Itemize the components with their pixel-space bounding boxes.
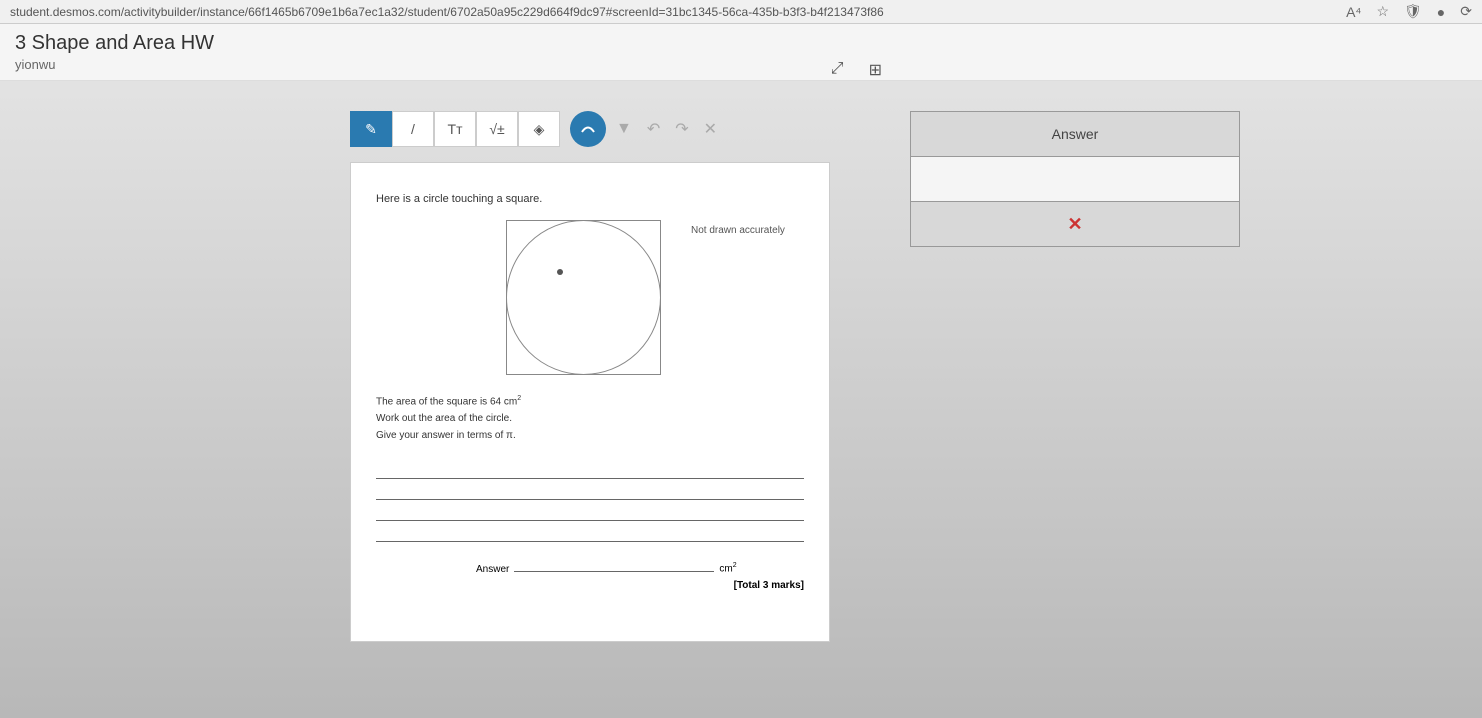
clear-button[interactable]: ✕ bbox=[704, 119, 717, 139]
circle-diagram bbox=[506, 220, 661, 375]
total-marks: [Total 3 marks] bbox=[376, 580, 804, 591]
work-area[interactable] bbox=[376, 461, 804, 542]
refresh-icon[interactable]: ⟳ bbox=[1460, 3, 1472, 20]
page-title: 3 Shape and Area HW bbox=[15, 32, 1467, 55]
answer-status: ✕ bbox=[911, 202, 1240, 247]
dropdown-icon[interactable]: ▼ bbox=[616, 120, 632, 138]
question-line-2: Work out the area of the circle. bbox=[376, 413, 804, 424]
drawing-toolbar: ✎ / Tт √± ◈ ▼ ↶ ↷ ✕ bbox=[350, 111, 830, 147]
question-intro: Here is a circle touching a square. bbox=[376, 193, 804, 205]
text-tool[interactable]: Tт bbox=[434, 111, 476, 147]
redo-button[interactable]: ↷ bbox=[675, 119, 688, 139]
shield-icon[interactable]: 🛡 bbox=[1404, 3, 1422, 20]
answer-unit: cm2 bbox=[719, 562, 736, 574]
answer-blank[interactable] bbox=[514, 571, 714, 572]
answer-row: Answer cm2 bbox=[376, 562, 804, 574]
undo-button[interactable]: ↶ bbox=[647, 119, 660, 139]
question-panel[interactable]: Here is a circle touching a square. Not … bbox=[350, 162, 830, 642]
question-line-1: The area of the square is 64 cm2 bbox=[376, 395, 804, 407]
answer-panel: Answer ✕ bbox=[910, 111, 1240, 642]
username: yionwu bbox=[15, 57, 1467, 72]
expand-icon[interactable]: ⤢ bbox=[831, 60, 844, 80]
math-tool[interactable]: √± bbox=[476, 111, 518, 147]
favorite-star-icon[interactable]: ☆ bbox=[1376, 3, 1389, 20]
answer-header: Answer bbox=[911, 112, 1240, 157]
center-dot bbox=[557, 269, 563, 275]
not-drawn-label: Not drawn accurately bbox=[691, 225, 785, 236]
incorrect-icon: ✕ bbox=[1067, 214, 1082, 234]
color-tool[interactable] bbox=[570, 111, 606, 147]
read-aloud-icon[interactable]: A⁴ bbox=[1346, 4, 1361, 20]
pen-tool[interactable]: ✎ bbox=[350, 111, 392, 147]
question-line-3: Give your answer in terms of π. bbox=[376, 430, 804, 441]
line-tool[interactable]: / bbox=[392, 111, 434, 147]
url-bar[interactable]: student.desmos.com/activitybuilder/insta… bbox=[10, 5, 1346, 19]
eraser-tool[interactable]: ◈ bbox=[518, 111, 560, 147]
profile-icon[interactable]: ● bbox=[1437, 4, 1445, 20]
answer-input-cell[interactable] bbox=[911, 157, 1240, 202]
answer-label: Answer bbox=[476, 564, 509, 575]
square-diagram bbox=[506, 220, 661, 375]
calculator-icon[interactable]: ⊞ bbox=[869, 60, 882, 80]
